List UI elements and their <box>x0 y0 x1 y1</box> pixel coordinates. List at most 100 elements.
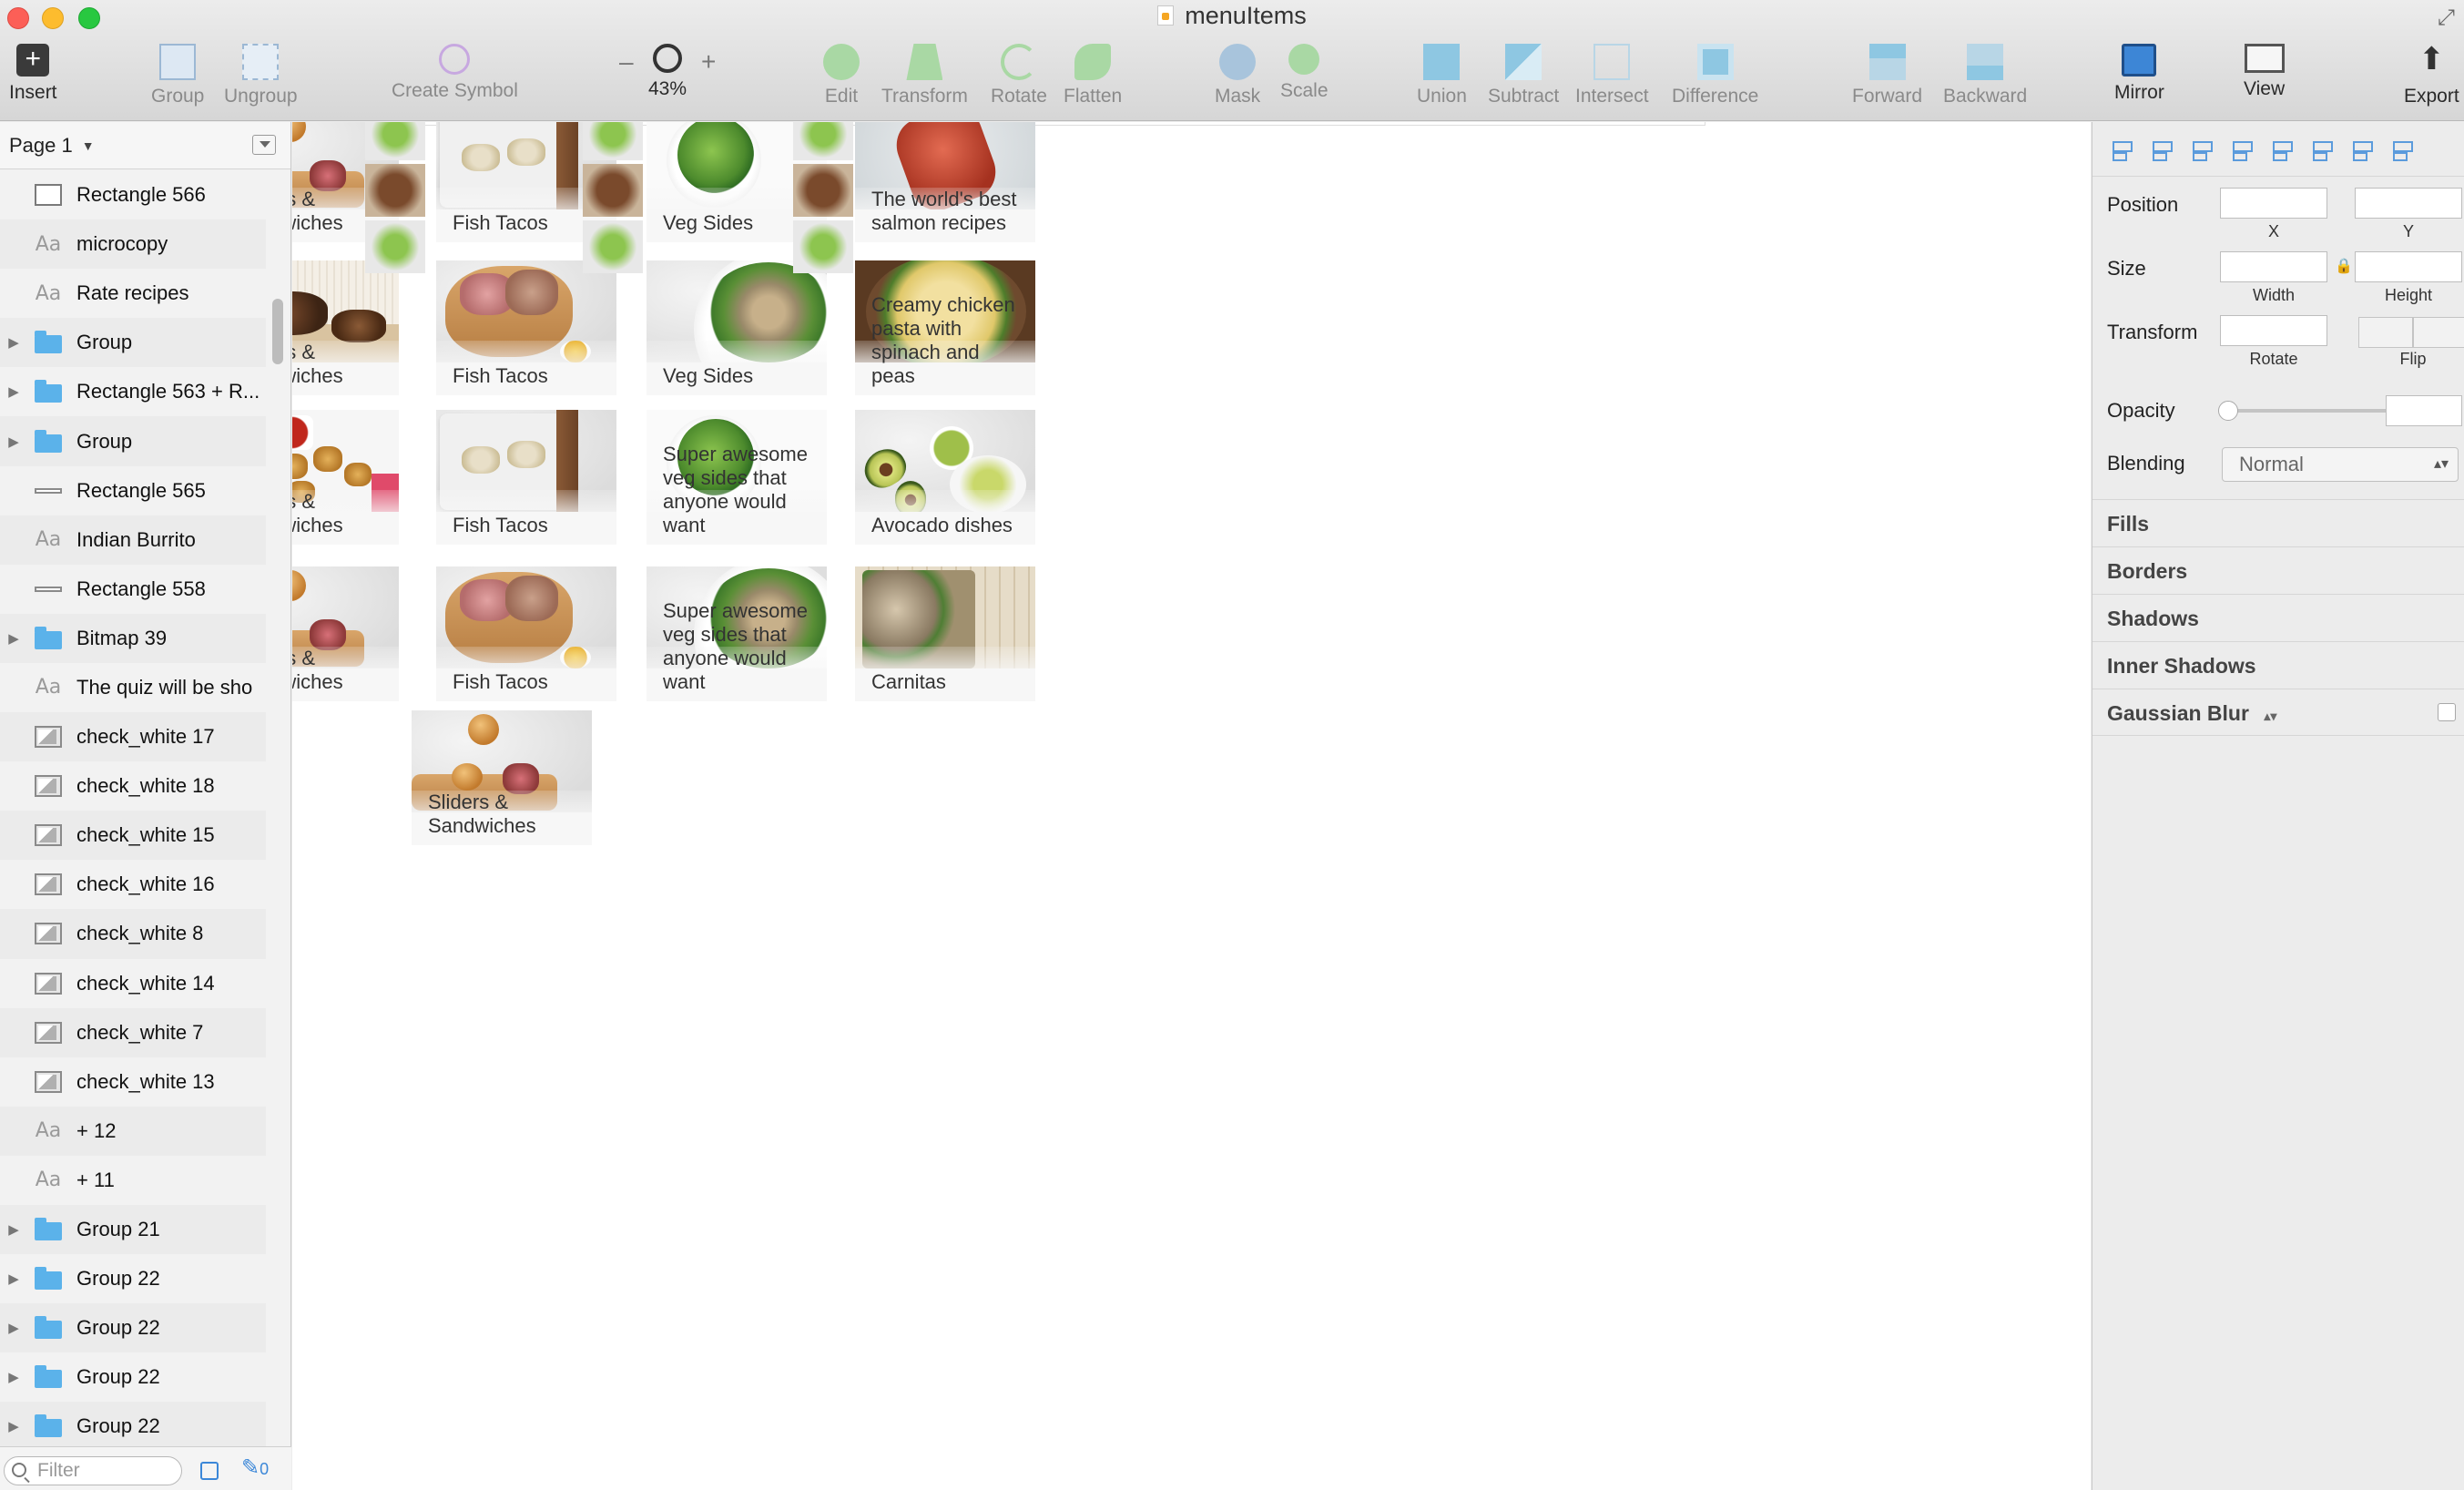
layer-row[interactable]: Aa + 11 <box>0 1156 266 1205</box>
blending-select[interactable]: Normal ▴▾ <box>2222 447 2459 482</box>
layer-row[interactable]: ▶ Group 22 <box>0 1254 266 1303</box>
zoom-out-button[interactable]: – <box>619 47 634 77</box>
edit-button[interactable]: Edit <box>823 44 860 107</box>
menu-card[interactable]: Sliders & Sandwiches <box>292 410 399 545</box>
menu-card[interactable]: Fish Tacos <box>436 566 616 701</box>
align-left-icon[interactable] <box>2107 136 2134 163</box>
disclosure-triangle-icon[interactable]: ▶ <box>5 383 22 400</box>
fills-section[interactable]: Fills <box>2092 499 2464 546</box>
page-selector[interactable]: Page 1 ▼ <box>0 122 290 169</box>
union-button[interactable]: Union <box>1417 44 1467 107</box>
height-field[interactable] <box>2355 251 2462 282</box>
difference-button[interactable]: Difference <box>1672 44 1758 107</box>
layer-row[interactable]: Aa The quiz will be sho <box>0 663 266 712</box>
layer-row[interactable]: Rectangle 565 <box>0 466 266 515</box>
inner-shadows-section[interactable]: Inner Shadows <box>2092 641 2464 689</box>
forward-button[interactable]: Forward <box>1852 44 1922 107</box>
gaussian-blur-section[interactable]: Gaussian Blur ▴▾ <box>2092 689 2464 736</box>
menu-card[interactable]: Avocado dishes <box>855 410 1035 545</box>
layer-row[interactable]: check_white 13 <box>0 1057 266 1107</box>
borders-section[interactable]: Borders <box>2092 546 2464 594</box>
scrollbar-thumb[interactable] <box>272 299 283 364</box>
layer-row[interactable]: Aa Indian Burrito <box>0 515 266 565</box>
width-field[interactable] <box>2220 251 2327 282</box>
layer-row[interactable]: ▶ Group <box>0 318 266 368</box>
disclosure-triangle-icon[interactable]: ▶ <box>5 1320 22 1336</box>
opacity-slider-knob[interactable] <box>2218 401 2238 421</box>
layer-row[interactable]: check_white 18 <box>0 761 266 811</box>
view-button[interactable]: View <box>2244 44 2285 100</box>
disclosure-triangle-icon[interactable]: ▶ <box>5 1221 22 1238</box>
menu-card[interactable]: Fish Tacos <box>436 260 616 395</box>
lock-ratio-icon[interactable]: 🔒 <box>2335 257 2353 275</box>
filter-artboards-icon[interactable] <box>200 1462 219 1480</box>
disclosure-triangle-icon[interactable]: ▶ <box>5 1271 22 1287</box>
mirror-button[interactable]: Mirror <box>2114 44 2164 104</box>
gaussian-blur-checkbox[interactable] <box>2438 703 2456 721</box>
ungroup-button[interactable]: Ungroup <box>224 44 298 107</box>
fullscreen-icon[interactable]: ⤢ <box>2438 5 2455 31</box>
layer-row[interactable]: ▶ Rectangle 563 + R... <box>0 367 266 416</box>
position-x-field[interactable] <box>2220 188 2327 219</box>
menu-card[interactable]: Sliders & Sandwiches <box>292 566 399 701</box>
layer-row[interactable]: Aa microcopy <box>0 219 266 270</box>
insert-button[interactable]: + Insert <box>9 44 57 104</box>
export-button[interactable]: ⬆ Export <box>2404 44 2459 107</box>
align-center-icon[interactable] <box>2147 136 2174 163</box>
flip-vertical-button[interactable] <box>2413 317 2464 348</box>
opacity-slider[interactable] <box>2218 401 2413 421</box>
align-top-icon[interactable] <box>2227 136 2255 163</box>
align-right-icon[interactable] <box>2187 136 2215 163</box>
intersect-button[interactable]: Intersect <box>1575 44 1649 107</box>
layer-row[interactable]: Rectangle 566 <box>0 170 266 219</box>
layer-row[interactable]: Aa Rate recipes <box>0 269 266 318</box>
layer-row[interactable]: ▶ Group 22 <box>0 1352 266 1402</box>
menu-card[interactable]: The world's best salmon recipes <box>855 122 1035 242</box>
shadows-section[interactable]: Shadows <box>2092 594 2464 641</box>
create-symbol-button[interactable]: Create Symbol <box>392 44 518 102</box>
flatten-button[interactable]: Flatten <box>1064 44 1122 107</box>
align-middle-icon[interactable] <box>2267 136 2295 163</box>
zoom-control[interactable]: 43% <box>648 44 687 100</box>
opacity-field[interactable] <box>2386 395 2462 426</box>
layer-list-scrollbar[interactable] <box>272 177 285 1438</box>
distribute-horizontal-icon[interactable] <box>2347 136 2375 163</box>
menu-card[interactable]: Sliders & Sandwiches <box>412 710 592 845</box>
disclosure-triangle-icon[interactable]: ▶ <box>5 434 22 450</box>
gaussian-blur-arrows-icon[interactable]: ▴▾ <box>2264 709 2276 723</box>
distribute-vertical-icon[interactable] <box>2388 136 2415 163</box>
canvas[interactable]: Sliders & Sandwiches Fish Tacos Veg Side… <box>292 122 2091 1490</box>
layer-row[interactable]: Rectangle 558 <box>0 565 266 614</box>
filter-input[interactable]: Filter <box>4 1456 182 1485</box>
menu-card[interactable]: Super awesome veg sides that anyone woul… <box>647 410 827 545</box>
layer-row[interactable]: check_white 16 <box>0 860 266 909</box>
layer-row[interactable]: check_white 17 <box>0 712 266 762</box>
subtract-button[interactable]: Subtract <box>1488 44 1559 107</box>
layer-row[interactable]: check_white 7 <box>0 1007 266 1057</box>
layer-row[interactable]: check_white 8 <box>0 909 266 959</box>
layer-row[interactable]: ▶ Group 21 <box>0 1204 266 1255</box>
disclosure-triangle-icon[interactable]: ▶ <box>5 334 22 351</box>
layer-row[interactable]: check_white 15 <box>0 811 266 861</box>
menu-card[interactable]: Carnitas <box>855 566 1035 701</box>
group-button[interactable]: Group <box>151 44 204 107</box>
layer-row[interactable]: check_white 14 <box>0 959 266 1008</box>
disclosure-triangle-icon[interactable]: ▶ <box>5 1369 22 1385</box>
menu-card[interactable]: Veg Sides <box>647 260 827 395</box>
disclosure-triangle-icon[interactable]: ▶ <box>5 1418 22 1434</box>
layer-row[interactable]: ▶ Group <box>0 416 266 466</box>
backward-button[interactable]: Backward <box>1943 44 2027 107</box>
scale-button[interactable]: Scale <box>1280 44 1329 102</box>
transform-button[interactable]: Transform <box>881 44 968 107</box>
align-bottom-icon[interactable] <box>2307 136 2335 163</box>
layer-row[interactable]: ▶ Group 22 <box>0 1402 266 1452</box>
position-y-field[interactable] <box>2355 188 2462 219</box>
zoom-in-button[interactable]: + <box>701 47 716 77</box>
layer-row[interactable]: Aa + 12 <box>0 1106 266 1156</box>
flip-horizontal-button[interactable] <box>2358 317 2413 348</box>
menu-card[interactable]: Fish Tacos <box>436 410 616 545</box>
mask-button[interactable]: Mask <box>1215 44 1260 107</box>
layer-row[interactable]: ▶ Group 22 <box>0 1303 266 1353</box>
rotate-field[interactable] <box>2220 315 2327 346</box>
menu-card[interactable]: Creamy chicken pasta with spinach and pe… <box>855 260 1035 395</box>
